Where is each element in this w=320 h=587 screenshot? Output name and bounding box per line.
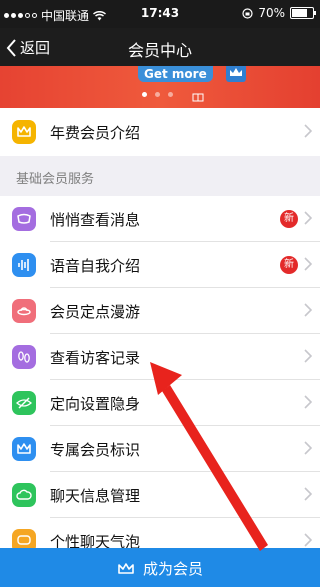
hidden-eye-icon [12, 391, 36, 415]
become-member-button[interactable]: 成为会员 [0, 548, 320, 587]
ufo-icon [12, 299, 36, 323]
status-right: 70% [242, 6, 316, 20]
row-label: 悄悄查看消息 [50, 211, 141, 229]
footprint-icon [12, 345, 36, 369]
chevron-right-icon [304, 441, 312, 455]
chevron-right-icon [304, 257, 312, 271]
row-voice-intro[interactable]: 语音自我介绍 新 [0, 242, 320, 288]
row-visitor-records[interactable]: 查看访客记录 [0, 334, 320, 380]
crown-icon [12, 437, 36, 461]
row-label: 语音自我介绍 [50, 257, 141, 275]
chevron-right-icon [304, 349, 312, 363]
row-label: 会员定点漫游 [50, 303, 141, 321]
new-badge: 新 [280, 210, 298, 228]
section-header: 基础会员服务 [0, 156, 320, 196]
row-label: 定向设置隐身 [50, 395, 141, 413]
chevron-right-icon [304, 533, 312, 547]
crown-icon [12, 120, 36, 144]
banner-crown-icon [226, 66, 246, 82]
row-label: 聊天信息管理 [50, 487, 141, 505]
chevron-right-icon [304, 487, 312, 501]
battery-percent: 70% [258, 6, 285, 20]
chevron-right-icon [304, 395, 312, 409]
nav-bar: 返回 会员中心 [0, 28, 320, 66]
goggles-icon [12, 207, 36, 231]
chevron-right-icon [304, 124, 312, 138]
crown-icon [118, 562, 134, 574]
banner-promo-text: Get more [138, 66, 213, 82]
row-label: 年费会员介绍 [50, 124, 141, 142]
chevron-right-icon [304, 211, 312, 225]
banner-page-indicator [142, 92, 173, 97]
battery-icon [290, 7, 316, 19]
row-chat-management[interactable]: 聊天信息管理 [0, 472, 320, 518]
row-label: 查看访客记录 [50, 349, 141, 367]
annual-membership-row[interactable]: 年费会员介绍 [0, 108, 320, 156]
row-member-badge[interactable]: 专属会员标识 [0, 426, 320, 472]
page-title: 会员中心 [127, 41, 192, 60]
row-secret-view-messages[interactable]: 悄悄查看消息 新 [0, 196, 320, 242]
status-bar: 中国联通 17:43 70% [0, 0, 320, 28]
orientation-lock-icon [242, 7, 253, 19]
promo-banner[interactable]: Get more [0, 66, 320, 108]
cloud-icon [12, 483, 36, 507]
bottom-button-label: 成为会员 [142, 560, 203, 578]
bottom-button-content: 成为会员 [0, 558, 320, 579]
section-title: 基础会员服务 [16, 172, 95, 187]
new-badge: 新 [280, 256, 298, 274]
voice-wave-icon [12, 253, 36, 277]
row-label: 专属会员标识 [50, 441, 141, 459]
row-member-roaming[interactable]: 会员定点漫游 [0, 288, 320, 334]
chevron-right-icon [304, 303, 312, 317]
gift-icon [192, 93, 204, 102]
row-targeted-invisibility[interactable]: 定向设置隐身 [0, 380, 320, 426]
